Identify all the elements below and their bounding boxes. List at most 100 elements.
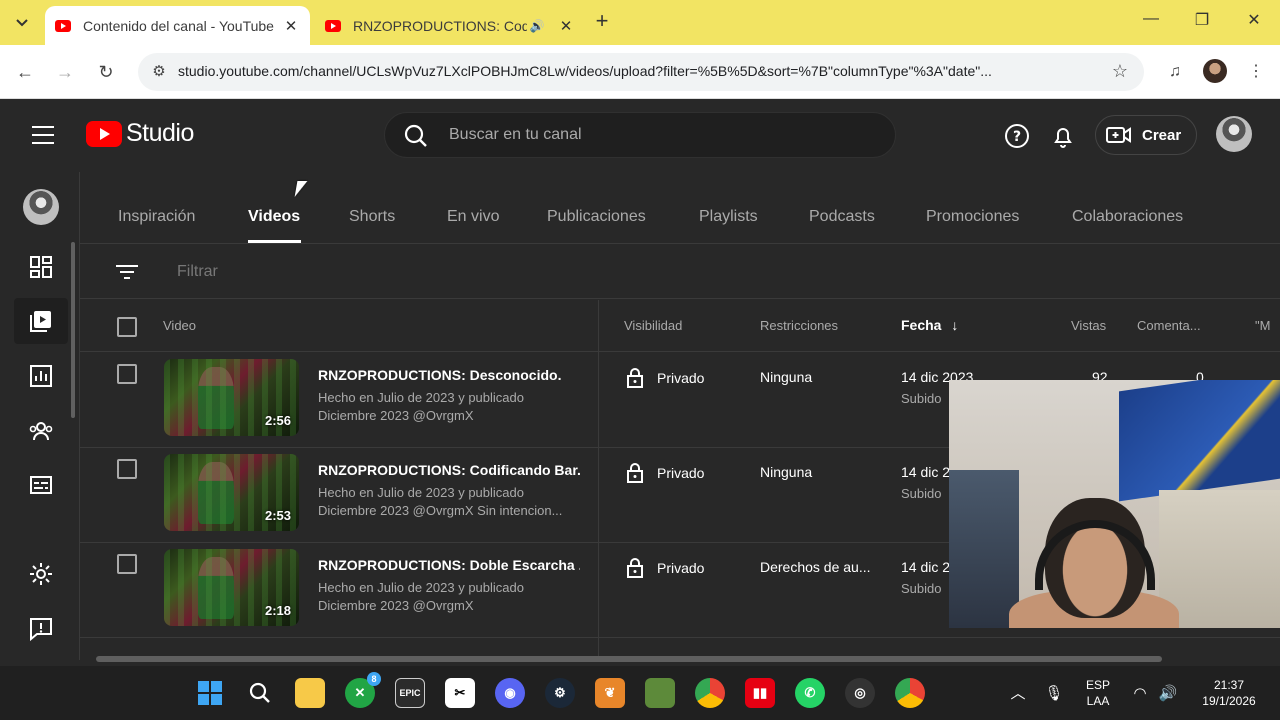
select-all-checkbox[interactable] [117,317,137,337]
sidebar-item-subtitles[interactable] [14,462,68,508]
chevron-up-icon[interactable]: ︿ [1008,684,1028,704]
url-text[interactable]: studio.youtube.com/channel/UCLsWpVuz7LXc… [178,63,1098,79]
sidebar-item-feedback[interactable] [14,606,68,652]
back-arrow-icon[interactable]: ← [12,59,38,85]
whatsapp-icon[interactable]: ✆ [795,678,825,708]
file-explorer-icon[interactable] [295,678,325,708]
sidebar-item-community[interactable] [14,408,68,454]
video-title[interactable]: RNZOPRODUCTIONS: Doble Escarcha ... [318,557,580,573]
horizontal-scrollbar[interactable] [96,656,1162,662]
tab-promociones[interactable]: Promociones [926,208,1019,226]
epic-games-icon[interactable]: EPIC [395,678,425,708]
tab-en-vivo[interactable]: En vivo [447,208,499,226]
filter-input[interactable] [177,262,577,282]
clock-date: 19/1/2026 [1202,694,1256,708]
site-settings-icon[interactable]: ⚙ [148,61,170,83]
analytics-chart-icon [30,365,52,387]
speaker-icon[interactable]: 🔊 [527,19,547,33]
tab-publicaciones[interactable]: Publicaciones [547,208,646,226]
tab-podcasts[interactable]: Podcasts [809,208,875,226]
browser-profile-avatar[interactable] [1203,59,1227,83]
obs-icon[interactable]: ◎ [845,678,875,708]
browser-tab-inactive[interactable]: RNZOPRODUCTIONS: Codi 🔊 ✕ [315,6,585,45]
new-tab-plus-icon[interactable]: + [590,10,614,34]
windows-start-icon[interactable] [195,678,225,708]
account-avatar[interactable] [1216,116,1252,152]
hamburger-menu-icon[interactable] [32,126,54,144]
restore-icon[interactable]: ❐ [1189,10,1215,36]
sidebar-item-content[interactable] [14,298,68,344]
video-thumbnail[interactable]: 2:53 [164,454,299,531]
column-header-restrictions[interactable]: Restricciones [760,318,838,333]
sidebar-item-dashboard[interactable] [14,244,68,290]
visibility-dropdown[interactable]: Privado [625,367,704,389]
search-icon[interactable] [245,678,275,708]
table-header: Video Visibilidad Restricciones Fecha ↓ … [80,300,1280,352]
tab-search-chevron-icon[interactable] [8,10,36,36]
date-status: Subido [901,486,942,501]
close-tab-icon[interactable]: ✕ [282,17,300,35]
tab-videos[interactable]: Videos [248,208,300,226]
filter-bar [80,244,1280,299]
search-icon [404,124,427,147]
search-input[interactable] [449,123,869,147]
tab-inspiracion[interactable]: Inspiración [118,208,195,226]
row-checkbox[interactable] [117,459,137,479]
discord-icon[interactable]: ◉ [495,678,525,708]
visibility-label: Privado [657,370,705,386]
volume-icon[interactable]: 🔊 [1158,684,1178,704]
video-thumbnail[interactable]: 2:18 [164,549,299,626]
column-header-views[interactable]: Vistas [1071,318,1106,333]
sidebar-item-analytics[interactable] [14,353,68,399]
wifi-icon[interactable]: ◠ [1130,684,1150,704]
keyboard-language[interactable]: ESP LAA [1082,677,1114,709]
reload-icon[interactable]: ↻ [93,59,119,85]
column-header-more[interactable]: "M [1255,318,1270,333]
visibility-dropdown[interactable]: Privado [625,557,704,579]
bookmark-star-icon[interactable]: ☆ [1112,61,1128,82]
video-title[interactable]: RNZOPRODUCTIONS: Desconocido. [318,367,580,383]
row-checkbox[interactable] [117,364,137,384]
video-title[interactable]: RNZOPRODUCTIONS: Codificando Bar... [318,462,580,478]
filter-icon[interactable] [116,264,138,280]
xbox-icon[interactable]: ✕ 8 [345,672,381,708]
create-button[interactable]: Crear [1095,115,1197,155]
tab-playlists[interactable]: Playlists [699,208,758,226]
tab-shorts[interactable]: Shorts [349,208,395,226]
channel-avatar[interactable] [23,189,59,225]
sidebar-item-settings[interactable] [14,551,68,597]
column-header-visibility[interactable]: Visibilidad [624,318,682,333]
clock[interactable]: 21:37 19/1/2026 [1192,677,1266,709]
visibility-dropdown[interactable]: Privado [625,462,704,484]
fl-studio-icon[interactable]: ❦ [595,678,625,708]
address-bar[interactable]: ⚙ studio.youtube.com/channel/UCLsWpVuz7L… [138,53,1144,91]
create-button-label: Crear [1142,126,1182,144]
more-menu-icon[interactable]: ⋮ [1243,59,1269,85]
nintendo-switch-icon[interactable]: ▮▮ [745,678,775,708]
steam-icon[interactable]: ⚙ [545,678,575,708]
capcut-icon[interactable]: ✂ [445,678,475,708]
tab-title: RNZOPRODUCTIONS: Codi [353,17,527,34]
row-checkbox[interactable] [117,554,137,574]
visibility-label: Privado [657,560,705,576]
minimize-icon[interactable]: — [1138,10,1164,36]
forward-arrow-icon[interactable]: → [52,59,78,85]
chrome-icon[interactable] [695,678,725,708]
studio-logo[interactable]: Studio [86,119,194,148]
notifications-bell-icon[interactable] [1049,122,1077,150]
video-thumbnail[interactable]: 2:56 [164,359,299,436]
column-header-comments[interactable]: Comenta... [1137,318,1201,333]
column-header-date[interactable]: Fecha ↓ [901,317,958,333]
content-tabs: Inspiración Videos Shorts En vivo Public… [80,172,1280,244]
tab-colaboraciones[interactable]: Colaboraciones [1072,208,1183,226]
minecraft-icon[interactable] [645,678,675,708]
media-queue-icon[interactable]: ♫ [1162,59,1188,85]
close-tab-icon[interactable]: ✕ [557,17,575,35]
chrome-profile-icon[interactable] [895,678,925,708]
close-window-icon[interactable]: ✕ [1241,10,1267,36]
microphone-icon[interactable]: 🎙 [1044,684,1064,704]
sidebar-scrollbar[interactable] [71,242,75,418]
browser-tab-active[interactable]: Contenido del canal - YouTube ✕ [45,6,310,45]
channel-search-bar[interactable] [384,112,896,158]
help-icon[interactable]: ? [1003,122,1031,150]
